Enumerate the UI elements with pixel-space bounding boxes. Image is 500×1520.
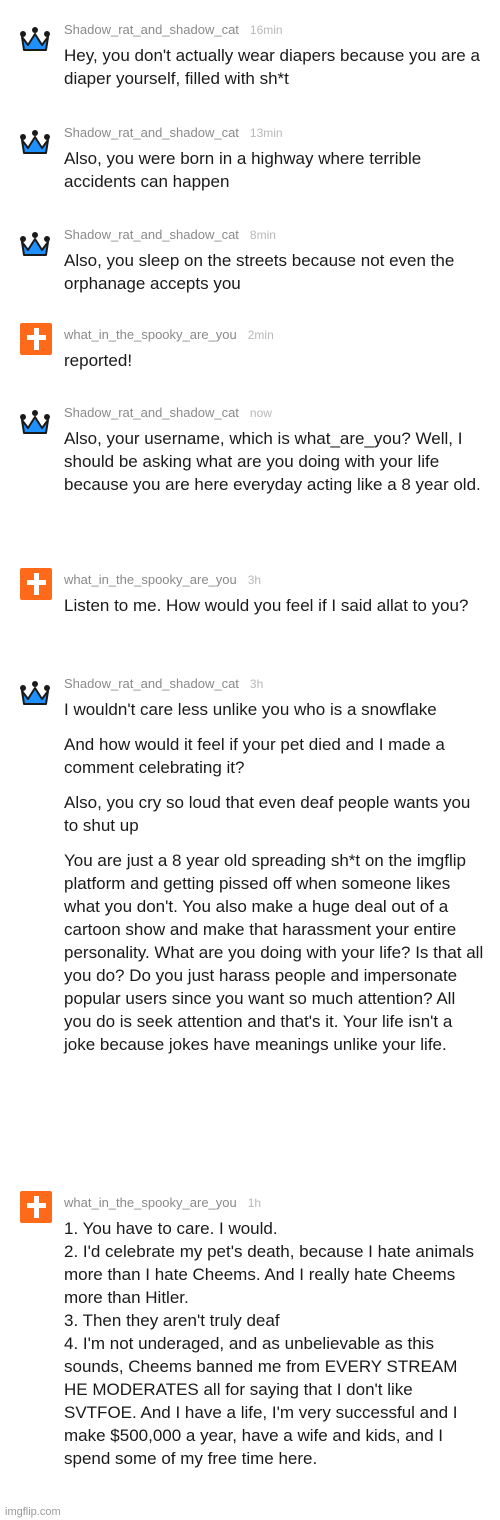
comment-body: Also, your username, which is what_are_y… xyxy=(64,427,484,508)
comment-paragraph: Also, your username, which is what_are_y… xyxy=(64,429,481,494)
comment-paragraph: And how would it feel if your pet died a… xyxy=(64,735,445,777)
comment-username[interactable]: Shadow_rat_and_shadow_cat xyxy=(64,405,239,420)
comment-body: Hey, you don't actually wear diapers bec… xyxy=(64,44,484,102)
cross-icon[interactable] xyxy=(20,568,52,600)
comment-body: Listen to me. How would you feel if I sa… xyxy=(64,594,484,629)
crown-icon[interactable] xyxy=(19,129,51,161)
comment-username[interactable]: what_in_the_spooky_are_you xyxy=(64,327,237,342)
cross-icon[interactable] xyxy=(20,1191,52,1223)
comment-timestamp: 1h xyxy=(247,1196,262,1210)
comment-meta: what_in_the_spooky_are_you 2min xyxy=(64,327,274,342)
comment-username[interactable]: what_in_the_spooky_are_you xyxy=(64,572,237,587)
crown-icon[interactable] xyxy=(19,26,51,58)
comment-timestamp: now xyxy=(249,406,272,420)
crown-icon[interactable] xyxy=(19,231,51,263)
comment-paragraph: Hey, you don't actually wear diapers bec… xyxy=(64,46,480,88)
comment-body: Also, you sleep on the streets because n… xyxy=(64,249,484,307)
comment-paragraph: Listen to me. How would you feel if I sa… xyxy=(64,596,469,615)
comment-body: 1. You have to care. I would. 2. I'd cel… xyxy=(64,1217,484,1482)
crown-icon[interactable] xyxy=(19,680,51,712)
crown-icon[interactable] xyxy=(19,409,51,441)
comment-username[interactable]: Shadow_rat_and_shadow_cat xyxy=(64,676,239,691)
cross-icon[interactable] xyxy=(20,323,52,355)
comment-body: I wouldn't care less unlike you who is a… xyxy=(64,698,484,1068)
comment-username[interactable]: Shadow_rat_and_shadow_cat xyxy=(64,227,239,242)
comment-username[interactable]: Shadow_rat_and_shadow_cat xyxy=(64,125,239,140)
comment-body: reported! xyxy=(64,349,484,384)
comment-meta: what_in_the_spooky_are_you 3h xyxy=(64,572,261,587)
comment-body: Also, you were born in a highway where t… xyxy=(64,147,484,205)
comment-meta: Shadow_rat_and_shadow_cat 8min xyxy=(64,227,276,242)
comment-timestamp: 16min xyxy=(249,23,283,37)
comment-timestamp: 13min xyxy=(249,126,283,140)
comment-paragraph: Also, you were born in a highway where t… xyxy=(64,149,422,191)
comment-meta: Shadow_rat_and_shadow_cat 16min xyxy=(64,22,283,37)
comment-paragraph: 1. You have to care. I would. 2. I'd cel… xyxy=(64,1219,475,1468)
comment-username[interactable]: what_in_the_spooky_are_you xyxy=(64,1195,237,1210)
comment-paragraph: Also, you cry so loud that even deaf peo… xyxy=(64,793,471,835)
comment-paragraph: I wouldn't care less unlike you who is a… xyxy=(64,700,437,719)
comment-meta: Shadow_rat_and_shadow_cat 13min xyxy=(64,125,283,140)
comment-meta: Shadow_rat_and_shadow_cat 3h xyxy=(64,676,263,691)
comment-timestamp: 8min xyxy=(249,228,276,242)
comment-paragraph: Also, you sleep on the streets because n… xyxy=(64,251,455,293)
comment-timestamp: 2min xyxy=(247,328,274,342)
comment-paragraph: reported! xyxy=(64,351,133,370)
comment-meta: what_in_the_spooky_are_you 1h xyxy=(64,1195,261,1210)
comment-meta: Shadow_rat_and_shadow_cat now xyxy=(64,405,272,420)
comment-timestamp: 3h xyxy=(247,573,262,587)
comment-username[interactable]: Shadow_rat_and_shadow_cat xyxy=(64,22,239,37)
comment-timestamp: 3h xyxy=(249,677,264,691)
comment-paragraph: You are just a 8 year old spreading sh*t… xyxy=(64,851,484,1054)
imgflip-watermark: imgflip.com xyxy=(5,1506,61,1518)
